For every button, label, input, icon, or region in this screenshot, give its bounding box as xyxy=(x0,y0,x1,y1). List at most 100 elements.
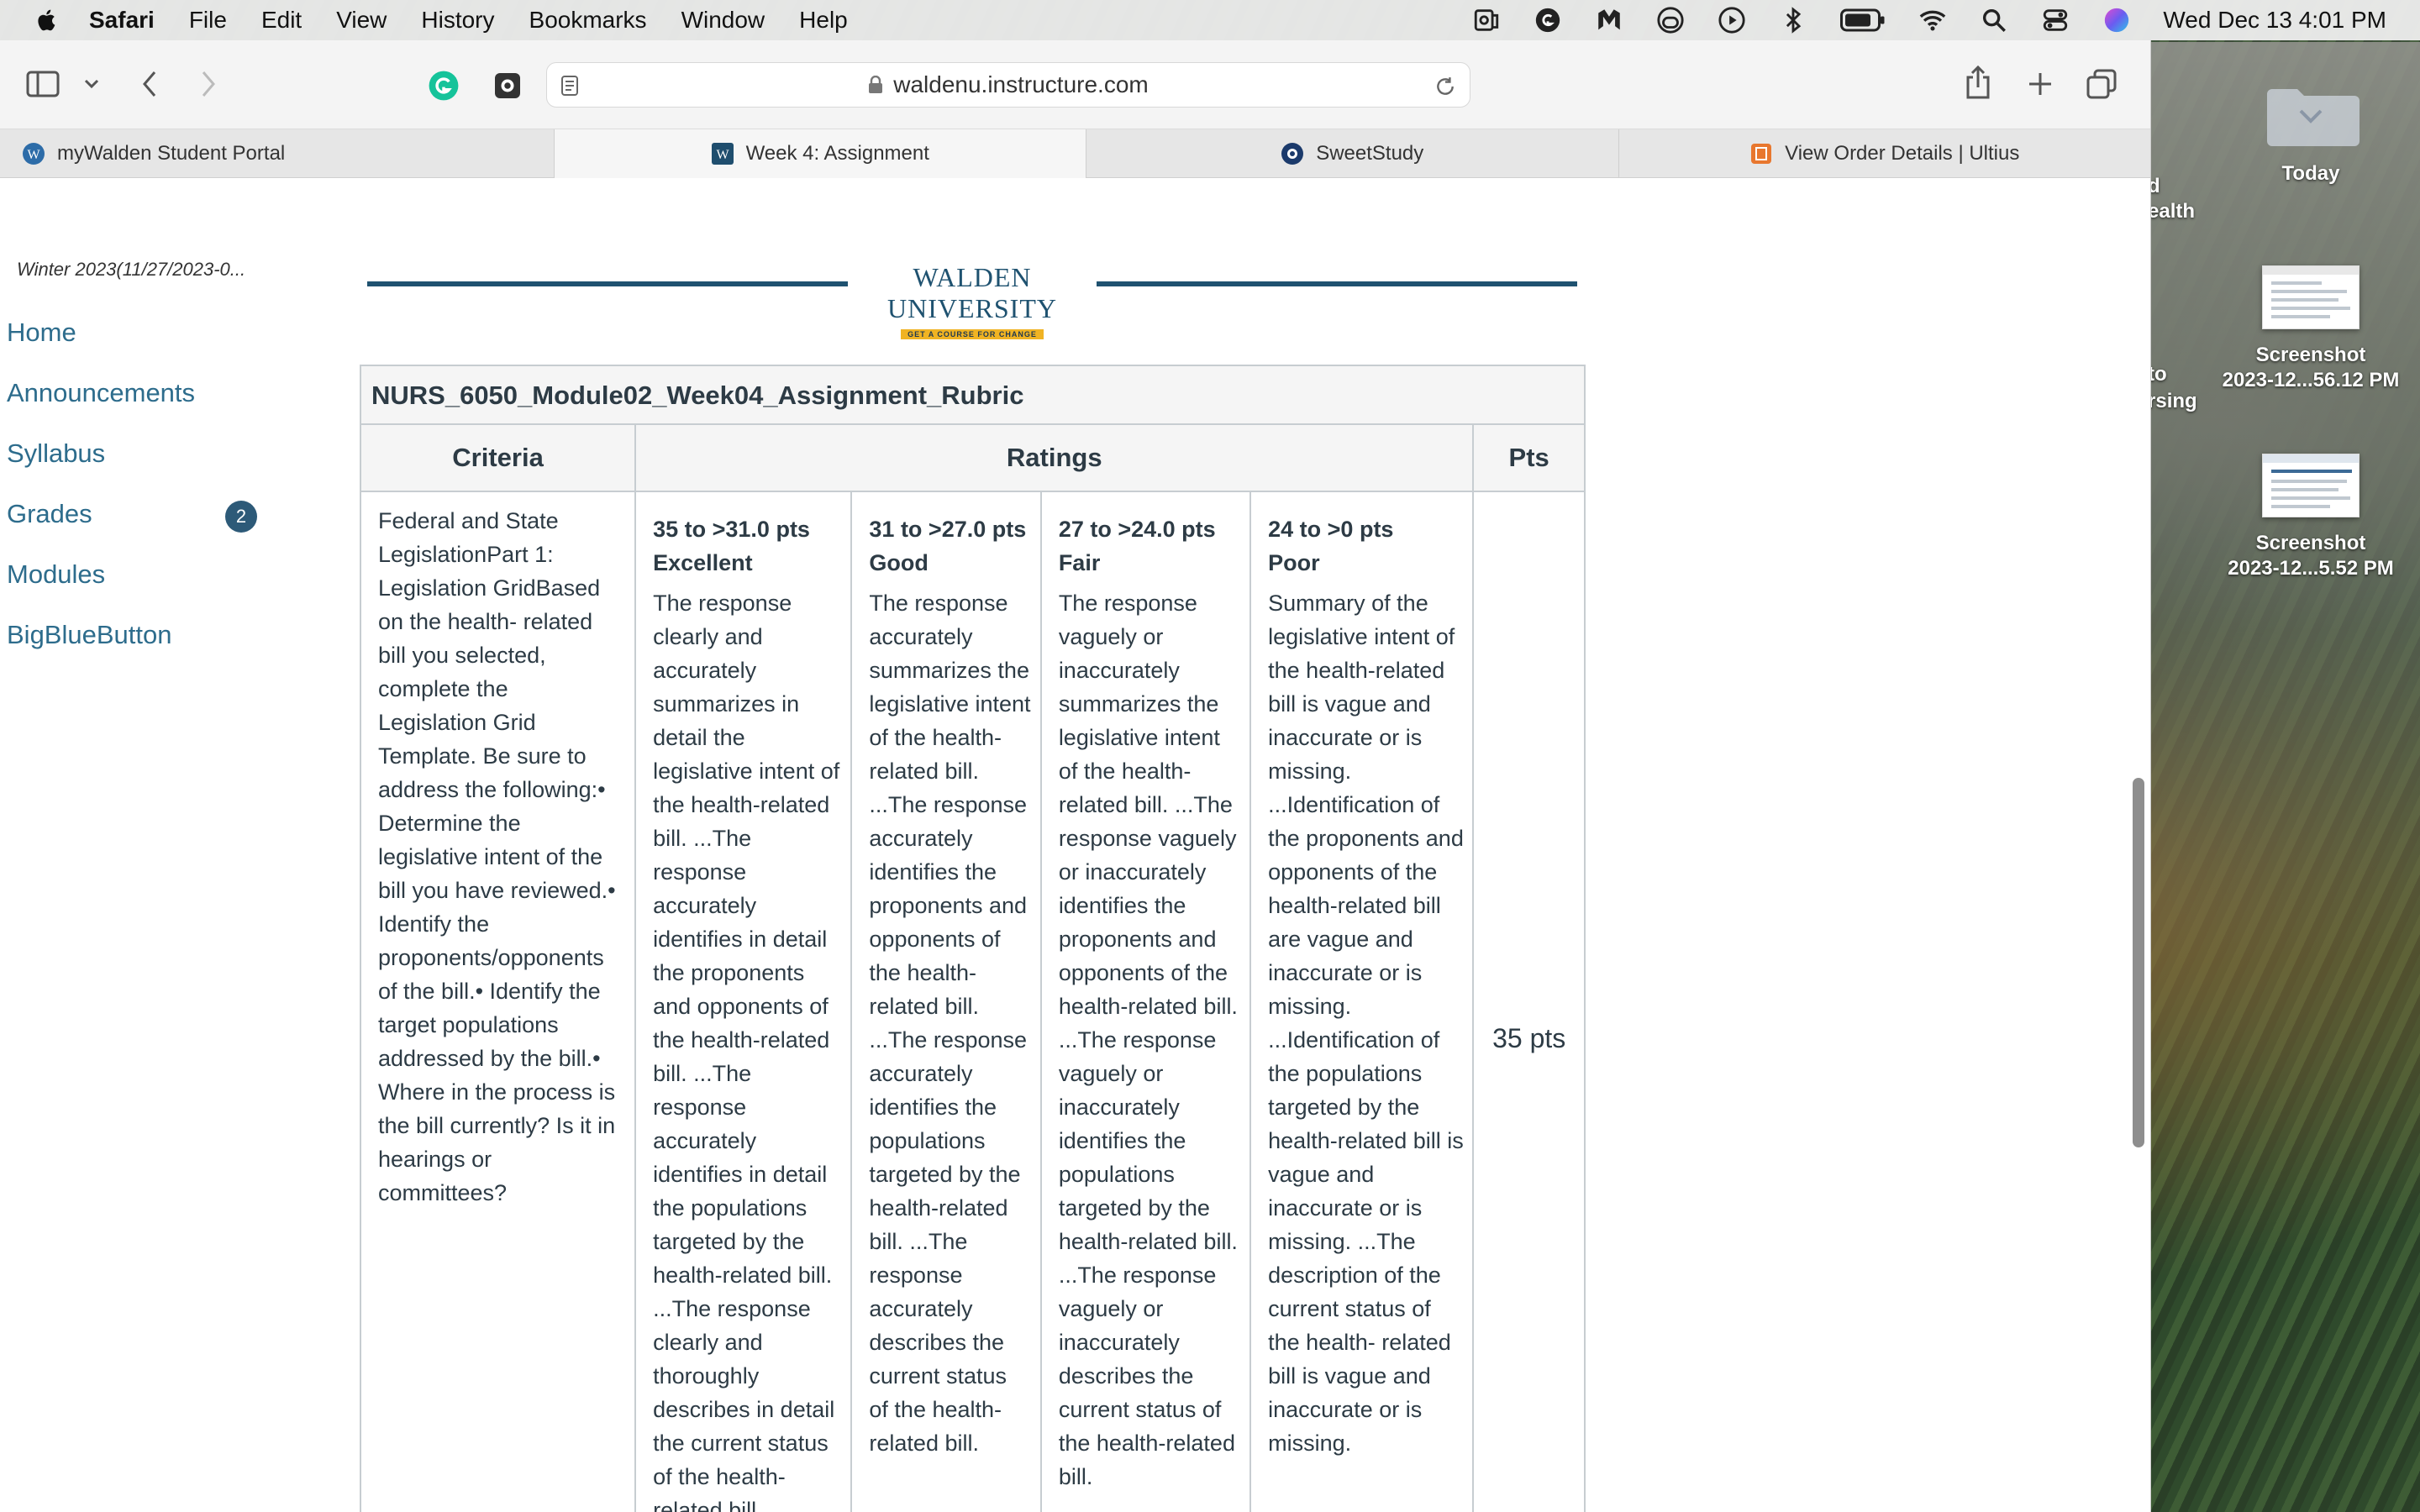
rating-cell-excellent: 35 to >31.0 pts Excellent The response c… xyxy=(636,492,853,1512)
back-arrow-icon[interactable] xyxy=(134,69,165,99)
creative-cloud-icon[interactable] xyxy=(1655,5,1686,35)
rating-points: 24 to >0 pts xyxy=(1268,517,1394,542)
svg-text:W: W xyxy=(716,148,729,162)
rubric-title: NURS_6050_Module02_Week04_Assignment_Rub… xyxy=(361,366,1584,425)
desktop-file-label: 2023-12...56.12 PM xyxy=(2222,369,2400,391)
wifi-icon[interactable] xyxy=(1918,5,1948,35)
rating-cell-poor: 24 to >0 pts Poor Summary of the legisla… xyxy=(1251,492,1475,1512)
criteria-cell: Federal and State LegislationPart 1: Leg… xyxy=(361,492,637,1512)
rating-points: 27 to >24.0 pts xyxy=(1058,517,1216,542)
menubar-clock[interactable]: Wed Dec 13 4:01 PM xyxy=(2163,7,2386,34)
rating-label: Excellent xyxy=(653,550,753,575)
desktop-file-label: Screenshot xyxy=(2255,344,2366,366)
rating-label: Fair xyxy=(1058,550,1101,575)
rating-description: The response vaguely or inaccurately sum… xyxy=(1058,591,1238,1489)
tab-week4-assignment[interactable]: W Week 4: Assignment xyxy=(554,129,1086,178)
rating-description: The response clearly and accurately summ… xyxy=(653,591,840,1512)
play-icon[interactable] xyxy=(1717,5,1747,35)
walden-logo-tagline: GET A COURSE FOR CHANGE xyxy=(901,329,1044,339)
apple-logo-icon[interactable] xyxy=(34,7,60,34)
walden-logo: WALDEN UNIVERSITY GET A COURSE FOR CHANG… xyxy=(855,262,1090,339)
nav-grades[interactable]: Grades xyxy=(7,499,92,529)
rubric-header-row: Criteria Ratings Pts xyxy=(361,425,1584,492)
svg-text:W: W xyxy=(27,148,40,162)
banner-rule xyxy=(1097,281,1577,286)
rating-label: Poor xyxy=(1268,550,1320,575)
tab-overview-icon[interactable] xyxy=(2084,67,2119,101)
rating-cell-good: 31 to >27.0 pts Good The response accura… xyxy=(852,492,1042,1512)
menu-app-name[interactable]: Safari xyxy=(89,7,155,34)
sidebar-toggle-icon[interactable] xyxy=(25,69,60,99)
sweetstudy-favicon-icon xyxy=(1281,143,1304,165)
desktop-item-label-partial: rsing xyxy=(2148,390,2197,412)
tab-label: myWalden Student Portal xyxy=(57,142,286,165)
lock-icon xyxy=(869,76,883,93)
rubric-table: NURS_6050_Module02_Week04_Assignment_Rub… xyxy=(360,365,1586,1512)
spotlight-search-icon[interactable] xyxy=(1979,5,2009,35)
walden-logo-name: WALDEN UNIVERSITY xyxy=(887,262,1057,323)
rating-label: Good xyxy=(869,550,929,575)
criteria-description: Federal and State LegislationPart 1: Leg… xyxy=(378,508,616,1205)
tab-bar: W myWalden Student Portal W Week 4: Assi… xyxy=(0,129,2151,178)
rating-cell-fair: 27 to >24.0 pts Fair The response vaguel… xyxy=(1042,492,1252,1512)
ratings-header: Ratings xyxy=(636,425,1475,491)
vertical-scrollbar[interactable] xyxy=(2133,778,2144,1147)
walden-w-favicon-icon: W xyxy=(23,143,45,165)
battery-icon[interactable] xyxy=(1839,5,1886,35)
forward-arrow-icon[interactable] xyxy=(193,69,224,99)
chevron-down-icon[interactable] xyxy=(81,74,103,94)
menu-bookmarks[interactable]: Bookmarks xyxy=(529,7,647,34)
extension-icon[interactable] xyxy=(491,69,524,102)
tab-sweetstudy[interactable]: SweetStudy xyxy=(1086,129,1619,178)
rubric-row: Federal and State LegislationPart 1: Leg… xyxy=(361,492,1584,1512)
malwarebytes-icon[interactable] xyxy=(1594,5,1624,35)
nav-home[interactable]: Home xyxy=(7,318,76,348)
tab-ultius[interactable]: View Order Details | Ultius xyxy=(1619,129,2151,178)
desktop-file-screenshot-1[interactable]: Screenshot 2023-12...56.12 PM xyxy=(2210,265,2412,393)
safari-window: waldenu.instructure.com W myWalden Stude… xyxy=(0,40,2151,1512)
page-content: Winter 2023(11/27/2023-0... Home Announc… xyxy=(0,178,2150,1512)
nav-announcements[interactable]: Announcements xyxy=(7,378,195,408)
points-cell: 35 pts xyxy=(1474,492,1584,1512)
menu-view[interactable]: View xyxy=(336,7,387,34)
criteria-header: Criteria xyxy=(361,425,637,491)
folder-icon xyxy=(2260,74,2361,148)
new-tab-plus-icon[interactable] xyxy=(2023,67,2057,101)
tab-mywalden[interactable]: W myWalden Student Portal xyxy=(0,129,555,178)
url-text: waldenu.instructure.com xyxy=(893,71,1149,97)
address-bar[interactable]: waldenu.instructure.com xyxy=(546,62,1470,108)
rating-points: 31 to >27.0 pts xyxy=(869,517,1027,542)
desktop-file-label: 2023-12...5.52 PM xyxy=(2228,557,2394,580)
banner-rule xyxy=(367,281,848,286)
menubar: Safari File Edit View History Bookmarks … xyxy=(0,0,2420,40)
outlook-icon[interactable] xyxy=(1471,5,1502,35)
nav-bigbluebutton[interactable]: BigBlueButton xyxy=(7,620,171,650)
reload-icon[interactable] xyxy=(1434,76,1456,97)
rating-description: Summary of the legislative intent of the… xyxy=(1268,591,1464,1456)
pts-header: Pts xyxy=(1508,443,1549,472)
share-icon[interactable] xyxy=(1961,64,1995,101)
desktop-item-label-partial: ealth xyxy=(2148,200,2196,223)
siri-icon[interactable] xyxy=(2102,5,2132,35)
menu-window[interactable]: Window xyxy=(681,7,765,34)
reader-mode-icon[interactable] xyxy=(560,75,579,97)
grammarly-icon[interactable] xyxy=(1533,5,1563,35)
desktop-file-screenshot-2[interactable]: Screenshot 2023-12...5.52 PM xyxy=(2210,454,2412,581)
nav-modules[interactable]: Modules xyxy=(7,559,105,590)
desktop-folder-today[interactable]: Today xyxy=(2210,74,2412,186)
bluetooth-icon[interactable] xyxy=(1778,5,1808,35)
tab-label: SweetStudy xyxy=(1316,142,1424,165)
menu-history[interactable]: History xyxy=(421,7,494,34)
menu-edit[interactable]: Edit xyxy=(261,7,302,34)
rating-description: The response accurately summarizes the l… xyxy=(869,591,1031,1456)
tab-label: Week 4: Assignment xyxy=(745,142,929,165)
ultius-favicon-icon xyxy=(1751,144,1772,164)
control-center-icon[interactable] xyxy=(2040,5,2070,35)
menu-file[interactable]: File xyxy=(189,7,227,34)
grammarly-extension-icon[interactable] xyxy=(427,69,460,102)
tab-label: View Order Details | Ultius xyxy=(1785,142,2020,165)
grades-count-badge: 2 xyxy=(225,501,257,533)
menu-help[interactable]: Help xyxy=(799,7,848,34)
rating-points: 35 to >31.0 pts xyxy=(653,517,810,542)
nav-syllabus[interactable]: Syllabus xyxy=(7,438,105,469)
